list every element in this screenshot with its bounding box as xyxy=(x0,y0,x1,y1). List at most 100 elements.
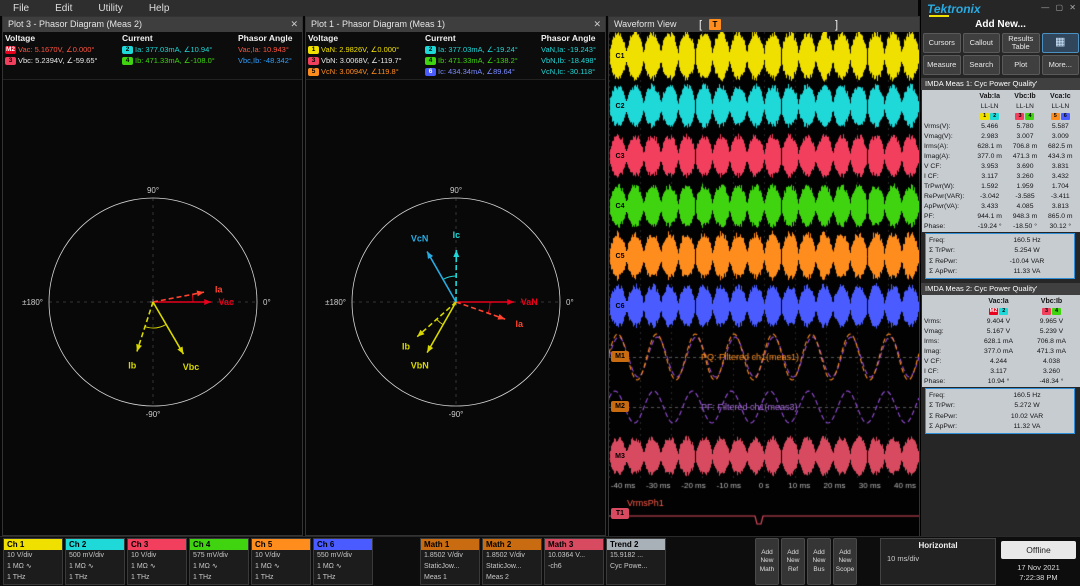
plot1-panel: Plot 1 - Phasor Diagram (Meas 1) ✕ Volta… xyxy=(305,16,606,536)
badge-setting: 550 mV/div xyxy=(317,552,353,559)
channel-chip: M2 xyxy=(5,45,17,54)
svg-text:Ic: Ic xyxy=(453,230,461,240)
badge-ch-6[interactable]: Ch 6 550 mV/div 1 MΩ ∿ 1 THz xyxy=(313,538,373,585)
waveform-lane-badge-c4[interactable]: C4 xyxy=(611,201,629,212)
badge-label: Ch 1 xyxy=(4,539,62,550)
svg-text:-90°: -90° xyxy=(146,410,161,419)
add-new-scope-button[interactable]: Add New Scope xyxy=(833,538,857,585)
meas-table-row: Phase: -19.24 ° -18.50 ° 30.12 ° xyxy=(924,222,1072,230)
channel-chip: 5 xyxy=(1050,112,1060,120)
badge-setting: StaticJow... xyxy=(486,563,522,570)
channel-chip: 3 xyxy=(5,56,16,65)
channel-chip: 2 xyxy=(990,112,1000,120)
badge-trend-2[interactable]: Trend 2 15.9182 ... Cyc Powe... xyxy=(606,538,666,585)
right-panel-titlebar: Tektronix — ▢ ✕ xyxy=(921,0,1080,18)
meas2-summary: Freq: 160.5 Hz Σ TrPwr: 5.272 W Σ RePwr: 10.0… xyxy=(925,388,1075,434)
more-button[interactable]: More... xyxy=(1041,55,1079,75)
meas-table-row: Vrms(V): 5.466 5.780 5.587 xyxy=(924,122,1069,130)
waveform-canvas[interactable] xyxy=(609,32,919,537)
menu-item-utility[interactable]: Utility xyxy=(85,3,135,14)
minimize-icon[interactable]: — xyxy=(1041,3,1049,12)
cursors-button[interactable]: Cursors xyxy=(923,33,961,53)
badge-math-3[interactable]: Math 3 10.0364 V... -ch6 xyxy=(544,538,604,585)
rp-button-grid: Cursors Callout Results Table ▦ Measure Searc… xyxy=(923,33,1079,75)
badge-ch-1[interactable]: Ch 1 10 V/div 1 MΩ ∿ 1 THz xyxy=(3,538,63,585)
menu-item-file[interactable]: File xyxy=(0,3,42,14)
badge-setting: 1.8502 V/div xyxy=(424,552,463,559)
measure-button[interactable]: Measure xyxy=(923,55,961,75)
waveform-lane-badge-c2[interactable]: C2 xyxy=(611,101,629,112)
maximize-icon[interactable]: ▢ xyxy=(1056,3,1064,12)
plot1-titlebar[interactable]: Plot 1 - Phasor Diagram (Meas 1) ✕ xyxy=(306,17,605,32)
badge-ch-4[interactable]: Ch 4 575 mV/div 1 MΩ ∿ 1 THz xyxy=(189,538,249,585)
search-button[interactable]: Search xyxy=(962,55,1000,75)
waveform-lane-badge-c6[interactable]: C6 xyxy=(611,301,629,312)
badge-label: Ch 4 xyxy=(190,539,248,550)
badge-label: Trend 2 xyxy=(607,539,665,550)
svg-text:0°: 0° xyxy=(263,298,271,307)
badge-setting: 1 THz xyxy=(255,574,274,581)
waveform-lane-badge-c3[interactable]: C3 xyxy=(611,151,629,162)
channel-chip: 3 xyxy=(1015,112,1025,120)
horizontal-title: Horizontal xyxy=(918,541,958,550)
svg-text:VcN: VcN xyxy=(411,233,429,243)
menu-item-help[interactable]: Help xyxy=(136,3,183,14)
waveform-titlebar[interactable]: Waveform View [ ] xyxy=(609,17,919,32)
badge-setting: 1 THz xyxy=(69,574,88,581)
phasor-readout-row: 2 Ia: 377.03mA, ∠10.94° xyxy=(122,44,238,55)
phasor-readout-text: Vac: 5.1670V, ∠0.000° xyxy=(18,45,95,54)
menu-item-edit[interactable]: Edit xyxy=(42,3,85,14)
waveform-lane-badge-m2[interactable]: M2 xyxy=(611,401,629,412)
channel-chip: 4 xyxy=(1052,307,1061,315)
waveform-lane-badge-c5[interactable]: C5 xyxy=(611,251,629,262)
voltage-column-header: Voltage xyxy=(5,33,36,43)
badge-math-2[interactable]: Math 2 1.8502 V/div StaticJow... Meas 2 xyxy=(482,538,542,585)
waveform-lane-badge-t1[interactable]: T1 xyxy=(611,508,629,519)
channel-chip: 4 xyxy=(425,56,436,65)
close-icon[interactable]: ✕ xyxy=(290,17,298,32)
badge-setting: 10 V/div xyxy=(131,552,157,559)
results-table-button[interactable]: Results Table xyxy=(1002,33,1040,53)
badge-math-1[interactable]: Math 1 1.8502 V/div StaticJow... Meas 1 xyxy=(420,538,480,585)
add-new-ref-button[interactable]: Add New Ref xyxy=(781,538,805,585)
waveform-panel: Waveform View [ ] T C1 C2 C3 C4 C5 C6 M1 M2 M3 T1 xyxy=(608,16,920,537)
phasor-angle-column-header: Phasor Angle xyxy=(541,33,596,43)
badge-setting: -ch6 xyxy=(548,563,562,570)
scope-application: File Edit Utility Help Plot 3 - Phasor Diag… xyxy=(0,0,1080,586)
plot-button[interactable]: Plot xyxy=(1002,55,1040,75)
waveform-lane-badge-m1[interactable]: M1 xyxy=(611,351,629,362)
waveform-lane-badge-c1[interactable]: C1 xyxy=(611,51,629,62)
phasor-readout-text: Ia: 377.03mA, ∠10.94° xyxy=(135,45,213,54)
plot3-panel: Plot 3 - Phasor Diagram (Meas 2) ✕ Volta… xyxy=(2,16,303,536)
plot3-titlebar[interactable]: Plot 3 - Phasor Diagram (Meas 2) ✕ xyxy=(3,17,302,32)
meas-table-row: LL-LN LL-LN LL-LN xyxy=(980,102,1070,110)
meas-table-row: Phase: 10.94 ° -48.34 ° xyxy=(924,377,1064,385)
add-new-bus-button[interactable]: Add New Bus xyxy=(807,538,831,585)
badge-setting: Meas 1 xyxy=(424,574,447,581)
close-icon[interactable]: ✕ xyxy=(1069,3,1076,12)
callout-button[interactable]: Callout xyxy=(962,33,1000,53)
horizontal-panel[interactable]: Horizontal 10 ms/div xyxy=(880,538,996,585)
close-icon[interactable]: ✕ xyxy=(593,17,601,32)
channel-chip: 2 xyxy=(425,45,436,54)
offline-button[interactable]: Offline xyxy=(1001,541,1076,559)
badge-setting: 1 THz xyxy=(193,574,212,581)
phasor-angle-row: VbN,Ib: -18.498° xyxy=(541,56,597,65)
badge-label: Math 3 xyxy=(545,539,603,550)
badge-setting: 1.8502 V/div xyxy=(486,552,525,559)
badge-setting: 1 MΩ ∿ xyxy=(7,563,32,570)
plot1-title: Plot 1 - Phasor Diagram (Meas 1) xyxy=(311,19,446,29)
waveform-lane-badge-m3[interactable]: M3 xyxy=(611,451,629,462)
meas-table-row: RePwr(VAR): -3.042 -3.585 -3.411 xyxy=(924,192,1070,200)
meas2-header: IMDA Meas 2: Cyc Power Quality' xyxy=(921,283,1080,295)
add-new-math-button[interactable]: Add New Math xyxy=(755,538,779,585)
zoom-bracket-right-icon[interactable]: ] xyxy=(835,18,838,33)
trigger-marker-icon[interactable]: T xyxy=(709,19,721,30)
zoom-bracket-left-icon[interactable]: [ xyxy=(699,18,702,33)
badge-ch-3[interactable]: Ch 3 10 V/div 1 MΩ ∿ 1 THz xyxy=(127,538,187,585)
badge-ch-5[interactable]: Ch 5 10 V/div 1 MΩ ∿ 1 THz xyxy=(251,538,311,585)
results-grid-icon-button[interactable]: ▦ xyxy=(1041,33,1079,53)
badge-label: Ch 6 xyxy=(314,539,372,550)
badge-ch-2[interactable]: Ch 2 500 mV/div 1 MΩ ∿ 1 THz xyxy=(65,538,125,585)
badge-setting: 1 MΩ ∿ xyxy=(131,563,156,570)
